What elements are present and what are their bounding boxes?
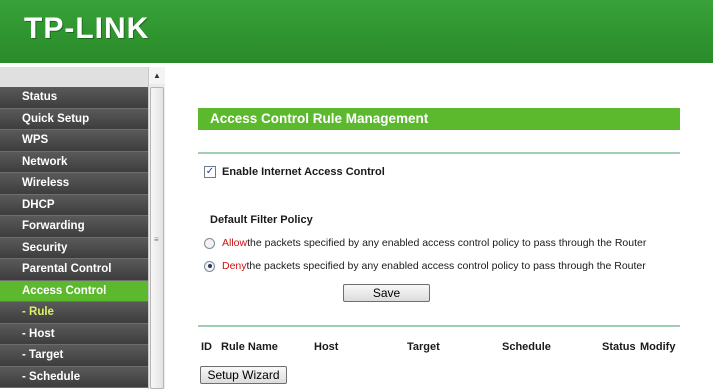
sidebar-item-wireless[interactable]: Wireless bbox=[0, 173, 148, 195]
main-content: Access Control Rule Management ✓ Enable … bbox=[166, 67, 713, 389]
sidebar-item-quick-setup[interactable]: Quick Setup bbox=[0, 108, 148, 130]
scrollbar-thumb[interactable]: ≡ bbox=[150, 87, 164, 389]
sidebar-item-status[interactable]: Status bbox=[0, 87, 148, 109]
check-icon: ✓ bbox=[205, 166, 215, 177]
sidebar-subitem-schedule[interactable]: - Schedule bbox=[0, 366, 148, 388]
deny-policy-text: the packets specified by any enabled acc… bbox=[246, 260, 646, 272]
allow-keyword: Allow bbox=[222, 237, 248, 249]
column-id: ID bbox=[201, 341, 212, 353]
column-status: Status bbox=[602, 341, 636, 353]
sidebar-item-wps[interactable]: WPS bbox=[0, 130, 148, 152]
sidebar-item-forwarding[interactable]: Forwarding bbox=[0, 216, 148, 238]
header-bar: TP-LINK bbox=[0, 0, 713, 63]
rules-table-header: ID Rule Name Host Target Schedule Status… bbox=[166, 341, 713, 357]
sidebar-item-network[interactable]: Network bbox=[0, 151, 148, 173]
column-rule-name: Rule Name bbox=[221, 341, 278, 353]
tp-link-logo: TP-LINK bbox=[24, 12, 150, 45]
column-target: Target bbox=[407, 341, 440, 353]
enable-access-control-label: Enable Internet Access Control bbox=[222, 166, 385, 178]
sidebar-subitem-target[interactable]: - Target bbox=[0, 345, 148, 367]
sidebar-top-spacer bbox=[0, 67, 148, 87]
allow-policy-text: the packets specified by any enabled acc… bbox=[247, 237, 647, 249]
grip-icon: ≡ bbox=[154, 235, 159, 244]
sidebar-subitem-host[interactable]: - Host bbox=[0, 323, 148, 345]
sidebar: Status Quick Setup WPS Network Wireless … bbox=[0, 67, 165, 389]
default-filter-policy-heading: Default Filter Policy bbox=[210, 214, 313, 226]
save-button[interactable]: Save bbox=[343, 284, 430, 302]
page-title: Access Control Rule Management bbox=[198, 108, 680, 130]
allow-policy-radio[interactable] bbox=[204, 237, 215, 249]
column-modify: Modify bbox=[640, 341, 676, 353]
column-schedule: Schedule bbox=[502, 341, 551, 353]
enable-access-control-row: ✓ Enable Internet Access Control bbox=[204, 166, 385, 178]
column-host: Host bbox=[314, 341, 339, 353]
sidebar-menu: Status Quick Setup WPS Network Wireless … bbox=[0, 87, 148, 388]
deny-policy-radio[interactable] bbox=[204, 260, 215, 272]
sidebar-subitem-rule[interactable]: - Rule bbox=[0, 302, 148, 324]
allow-policy-row: Allow the packets specified by any enabl… bbox=[204, 237, 646, 249]
setup-wizard-button[interactable]: Setup Wizard bbox=[200, 366, 287, 384]
triangle-up-icon[interactable]: ▲ bbox=[149, 67, 165, 84]
sidebar-item-parental-control[interactable]: Parental Control bbox=[0, 259, 148, 281]
sidebar-item-security[interactable]: Security bbox=[0, 237, 148, 259]
deny-keyword: Deny bbox=[222, 260, 247, 272]
sidebar-item-dhcp[interactable]: DHCP bbox=[0, 194, 148, 216]
deny-policy-row: Deny the packets specified by any enable… bbox=[204, 260, 646, 272]
section-divider-bottom bbox=[198, 325, 680, 327]
section-divider-top bbox=[198, 152, 680, 154]
sidebar-scrollbar[interactable]: ▲ ≡ bbox=[148, 67, 165, 389]
sidebar-item-access-control[interactable]: Access Control bbox=[0, 280, 148, 302]
enable-access-control-checkbox[interactable]: ✓ bbox=[204, 166, 216, 178]
